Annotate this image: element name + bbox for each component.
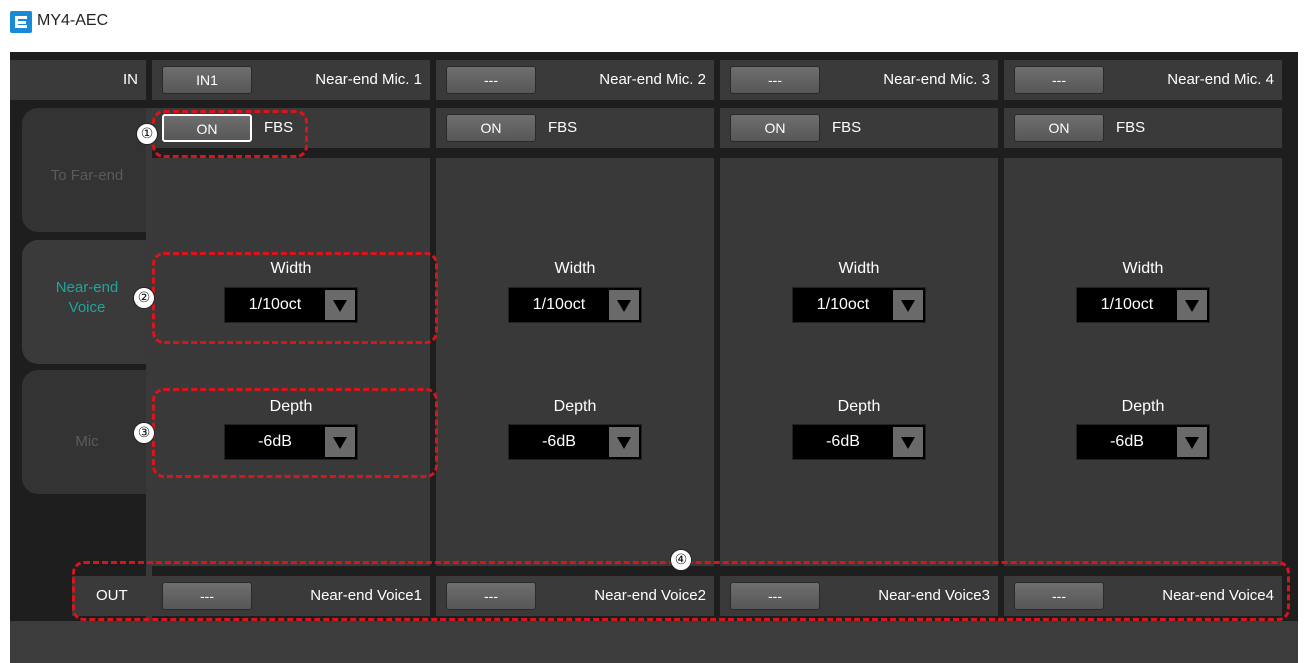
- params-panel-3: Width 1/10oct Depth -6dB: [720, 158, 998, 566]
- in-row-label: IN: [123, 71, 138, 88]
- width-value-4: 1/10oct: [1100, 296, 1154, 313]
- in-select-button-1[interactable]: IN1: [162, 66, 252, 94]
- in-channel-name-1: Near-end Mic. 1: [315, 71, 422, 88]
- tab-to-far-end-label: To Far-end: [50, 167, 124, 184]
- width-value-2: 1/10oct: [532, 296, 586, 313]
- width-value-3: 1/10oct: [816, 296, 870, 313]
- callout-box-1: [152, 110, 308, 158]
- depth-label-3: Depth: [837, 398, 881, 415]
- depth-label-4: Depth: [1121, 398, 1165, 415]
- fbs-on-button-3[interactable]: ON: [730, 114, 820, 142]
- fbs-label-2: FBS: [548, 119, 578, 136]
- callout-marker-2: ②: [133, 287, 155, 309]
- in-row-label-cell: IN: [10, 60, 146, 100]
- tab-to-far-end[interactable]: To Far-end: [22, 108, 146, 232]
- in-channel-name-3: Near-end Mic. 3: [883, 71, 990, 88]
- fbs-label-3: FBS: [832, 119, 862, 136]
- callout-marker-4: ④: [670, 549, 692, 571]
- fbs-cell-2: ON FBS: [436, 108, 714, 148]
- in-select-button-4[interactable]: ---: [1014, 66, 1104, 94]
- depth-value-4: -6dB: [1110, 433, 1144, 450]
- fbs-on-button-4[interactable]: ON: [1014, 114, 1104, 142]
- chevron-down-icon: [1177, 427, 1207, 457]
- fbs-cell-3: ON FBS: [720, 108, 998, 148]
- in-select-button-2[interactable]: ---: [446, 66, 536, 94]
- in-cell-1: IN1 Near-end Mic. 1: [152, 60, 430, 100]
- in-select-button-3[interactable]: ---: [730, 66, 820, 94]
- callout-box-2: [152, 252, 438, 344]
- in-cell-4: --- Near-end Mic. 4: [1004, 60, 1282, 100]
- params-panel-4: Width 1/10oct Depth -6dB: [1004, 158, 1282, 566]
- fbs-on-button-2[interactable]: ON: [446, 114, 536, 142]
- app-logo-icon: [10, 11, 32, 33]
- window-title: MY4-AEC: [37, 12, 109, 29]
- fbs-label-4: FBS: [1116, 119, 1146, 136]
- tab-mic[interactable]: Mic: [22, 370, 146, 494]
- depth-dropdown-3[interactable]: -6dB: [792, 424, 926, 460]
- depth-label-2: Depth: [553, 398, 597, 415]
- chevron-down-icon: [609, 290, 639, 320]
- chevron-down-icon: [1177, 290, 1207, 320]
- chevron-down-icon: [609, 427, 639, 457]
- params-panel-1: Width 1/10oct Depth -6dB: [152, 158, 430, 566]
- width-dropdown-3[interactable]: 1/10oct: [792, 287, 926, 323]
- app-window: MY4-AEC IN To Far-end Near-end Voice Mic…: [0, 0, 1308, 663]
- title-bar: MY4-AEC: [0, 0, 1308, 44]
- chevron-down-icon: [893, 427, 923, 457]
- depth-dropdown-2[interactable]: -6dB: [508, 424, 642, 460]
- in-channel-name-4: Near-end Mic. 4: [1167, 71, 1274, 88]
- callout-box-3: [152, 388, 438, 478]
- depth-value-3: -6dB: [826, 433, 860, 450]
- fbs-cell-4: ON FBS: [1004, 108, 1282, 148]
- in-cell-3: --- Near-end Mic. 3: [720, 60, 998, 100]
- in-cell-2: --- Near-end Mic. 2: [436, 60, 714, 100]
- in-channel-name-2: Near-end Mic. 2: [599, 71, 706, 88]
- callout-marker-1: ①: [136, 123, 158, 145]
- depth-value-2: -6dB: [542, 433, 576, 450]
- status-strip: [10, 621, 1298, 663]
- width-dropdown-4[interactable]: 1/10oct: [1076, 287, 1210, 323]
- depth-dropdown-4[interactable]: -6dB: [1076, 424, 1210, 460]
- tab-near-end-voice[interactable]: Near-end Voice: [22, 240, 152, 364]
- params-panel-2: Width 1/10oct Depth -6dB: [436, 158, 714, 566]
- width-label-2: Width: [554, 260, 596, 277]
- width-label-3: Width: [838, 260, 880, 277]
- callout-marker-3: ③: [133, 422, 155, 444]
- width-dropdown-2[interactable]: 1/10oct: [508, 287, 642, 323]
- width-label-4: Width: [1122, 260, 1164, 277]
- chevron-down-icon: [893, 290, 923, 320]
